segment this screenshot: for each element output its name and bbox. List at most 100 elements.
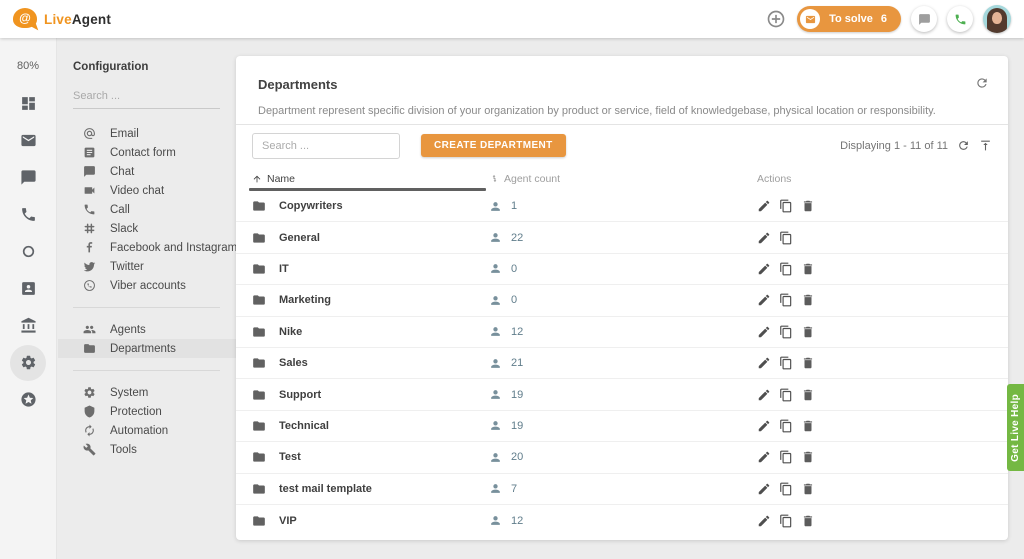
edit-button[interactable] [757, 388, 771, 402]
brand-name: LiveAgent [44, 12, 111, 27]
get-live-help-tab[interactable]: Get Live Help [1007, 384, 1024, 471]
delete-button[interactable] [801, 199, 815, 213]
delete-button[interactable] [801, 325, 815, 339]
rail-item-customers[interactable] [10, 270, 47, 307]
delete-button[interactable] [801, 293, 815, 307]
delete-button[interactable] [801, 450, 815, 464]
chats-button[interactable] [911, 6, 937, 32]
agents-icon [83, 323, 96, 336]
edit-button[interactable] [757, 450, 771, 464]
rail-item-dashboard[interactable] [10, 85, 47, 122]
copy-button[interactable] [779, 293, 793, 307]
sidebar-item-facebook-instagram[interactable]: Facebook and Instagram [58, 238, 236, 257]
delete-button[interactable] [801, 514, 815, 528]
delete-button[interactable] [801, 388, 815, 402]
copy-button[interactable] [779, 262, 793, 276]
logo-bubble-icon: @ [13, 8, 37, 30]
agent-count: 7 [511, 483, 517, 495]
copy-button[interactable] [779, 514, 793, 528]
department-name: Technical [279, 420, 329, 432]
copy-button[interactable] [779, 419, 793, 433]
sidebar-item-viber[interactable]: Viber accounts [58, 276, 236, 295]
folder-icon [252, 356, 266, 370]
delete-button[interactable] [801, 262, 815, 276]
gear-icon [83, 386, 96, 399]
copy-button[interactable] [779, 199, 793, 213]
edit-button[interactable] [757, 231, 771, 245]
table-header: Name Agent count Actions [236, 166, 1008, 191]
delete-icon [801, 419, 815, 433]
edit-button[interactable] [757, 419, 771, 433]
refresh-list-button[interactable] [957, 139, 970, 152]
copy-icon [779, 450, 793, 464]
copy-button[interactable] [779, 231, 793, 245]
edit-button[interactable] [757, 325, 771, 339]
sidebar-item-call[interactable]: Call [58, 200, 236, 219]
rail-item-configuration[interactable] [10, 344, 47, 381]
scroll-to-top-button[interactable] [979, 139, 992, 152]
delete-icon [801, 388, 815, 402]
sidebar-item-contact-form[interactable]: Contact form [58, 143, 236, 162]
copy-button[interactable] [779, 450, 793, 464]
sidebar-item-agents[interactable]: Agents [58, 320, 236, 339]
column-header-agent-count[interactable]: Agent count [489, 173, 757, 185]
to-solve-button[interactable]: To solve 6 [797, 6, 901, 32]
calls-button[interactable] [947, 6, 973, 32]
copy-button[interactable] [779, 388, 793, 402]
folder-icon [252, 199, 266, 213]
sidebar-item-twitter[interactable]: Twitter [58, 257, 236, 276]
mail-icon [20, 132, 37, 149]
refresh-button[interactable] [975, 76, 989, 90]
delete-button[interactable] [801, 482, 815, 496]
sidebar-item-system[interactable]: System [58, 383, 236, 402]
sidebar-item-chat[interactable]: Chat [58, 162, 236, 181]
rail-item-knowledgebase[interactable] [10, 307, 47, 344]
rail-item-online[interactable] [10, 233, 47, 270]
folder-icon [252, 293, 266, 307]
liveagent-logo[interactable]: @ LiveAgent [13, 8, 111, 30]
department-name: Test [279, 451, 301, 463]
edit-button[interactable] [757, 514, 771, 528]
copy-button[interactable] [779, 356, 793, 370]
sidebar-item-email[interactable]: Email [58, 124, 236, 143]
person-icon [489, 200, 502, 213]
sidebar-item-protection[interactable]: Protection [58, 402, 236, 421]
sidebar-item-automation[interactable]: Automation [58, 421, 236, 440]
create-department-button[interactable]: CREATE DEPARTMENT [421, 134, 566, 157]
agent-count: 1 [511, 200, 517, 212]
rail-item-extras[interactable] [10, 381, 47, 418]
user-avatar[interactable] [983, 5, 1011, 33]
edit-button[interactable] [757, 356, 771, 370]
rail-item-calls[interactable] [10, 196, 47, 233]
edit-button[interactable] [757, 262, 771, 276]
envelope-icon [800, 9, 820, 29]
rail-item-chats[interactable] [10, 159, 47, 196]
person-icon [489, 262, 502, 275]
department-search-input[interactable] [252, 133, 400, 159]
refresh-icon [957, 139, 970, 152]
department-name: VIP [279, 515, 297, 527]
sidebar-item-slack[interactable]: Slack [58, 219, 236, 238]
agent-count: 12 [511, 515, 523, 527]
delete-icon [801, 482, 815, 496]
edit-button[interactable] [757, 293, 771, 307]
edit-button[interactable] [757, 199, 771, 213]
sidebar-item-departments[interactable]: Departments [58, 339, 236, 358]
column-header-name[interactable]: Name [252, 166, 489, 191]
copy-button[interactable] [779, 325, 793, 339]
delete-button[interactable] [801, 419, 815, 433]
delete-button[interactable] [801, 356, 815, 370]
folder-icon [252, 231, 266, 245]
add-button[interactable] [765, 8, 787, 30]
edit-button[interactable] [757, 482, 771, 496]
folder-icon [252, 388, 266, 402]
departments-table: Copywriters 1 General 22 IT 0 [236, 191, 1008, 540]
edit-icon [757, 231, 771, 245]
phone-icon [954, 13, 967, 26]
sidebar-item-video-chat[interactable]: Video chat [58, 181, 236, 200]
shield-icon [83, 405, 96, 418]
rail-item-tickets[interactable] [10, 122, 47, 159]
sidebar-item-tools[interactable]: Tools [58, 440, 236, 459]
sidebar-search-input[interactable] [73, 86, 220, 109]
copy-button[interactable] [779, 482, 793, 496]
